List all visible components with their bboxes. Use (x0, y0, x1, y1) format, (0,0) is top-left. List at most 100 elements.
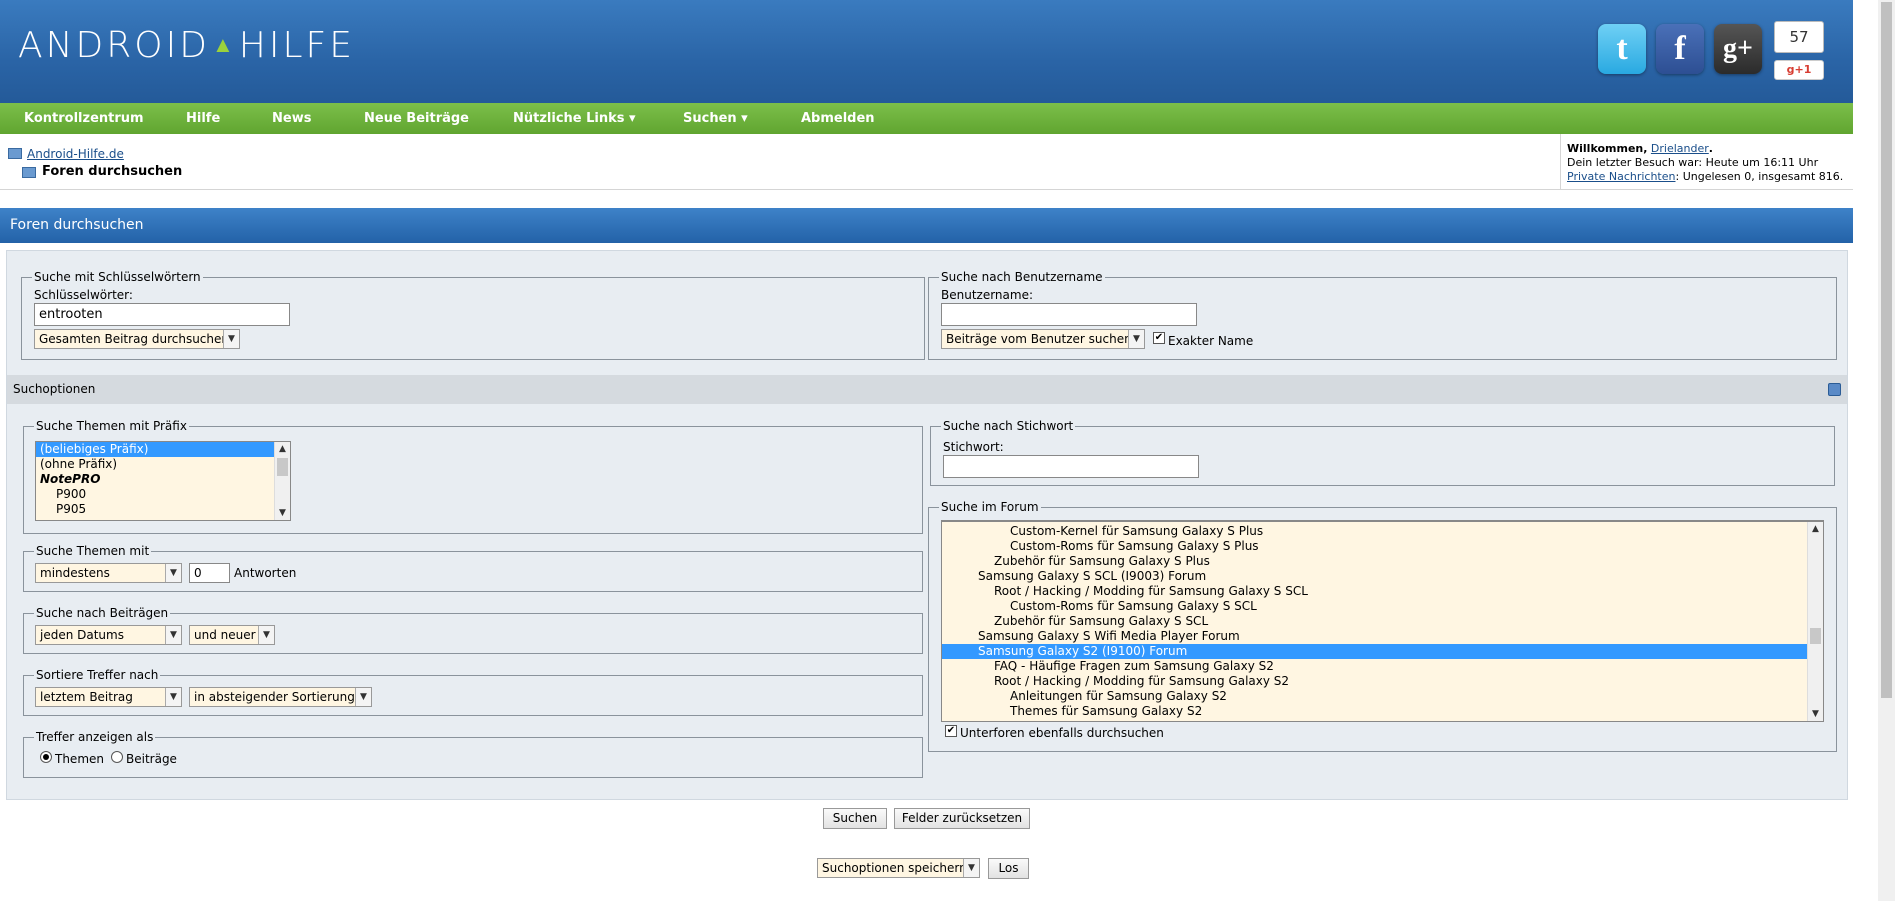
forum-option[interactable]: FAQ - Häufige Fragen zum Samsung Galaxy … (942, 659, 1823, 674)
prefix-option[interactable]: P900 (36, 487, 290, 502)
keyword-legend: Suche mit Schlüsselwörtern (34, 270, 201, 284)
forum-folder-icon (22, 167, 36, 178)
breadcrumb-home-link[interactable]: Android-Hilfe.de (27, 147, 124, 161)
posts-direction-select[interactable]: und neuer ▼ (189, 625, 275, 645)
prefix-scrollbar[interactable]: ▲ ▼ (274, 442, 290, 520)
posts-date-value: jeden Datums (40, 628, 124, 642)
prefix-listbox[interactable]: (beliebiges Präfix) (ohne Präfix) NotePR… (35, 441, 291, 521)
prefix-option[interactable]: (ohne Präfix) (36, 457, 290, 472)
private-messages-link[interactable]: Private Nachrichten (1567, 170, 1676, 183)
subforums-label: Unterforen ebenfalls durchsuchen (960, 726, 1164, 740)
reset-button[interactable]: Felder zurücksetzen (894, 808, 1030, 829)
posts-legend: Suche nach Beiträgen (36, 606, 169, 620)
replies-unit: Antworten (234, 566, 297, 580)
sort-by-value: letztem Beitrag (40, 690, 133, 704)
username-input[interactable] (941, 303, 1197, 326)
pm-status: : Ungelesen 0, insgesamt 816. (1675, 170, 1844, 183)
username-label: Benutzername: (941, 288, 1034, 302)
page-scrollbar[interactable] (1878, 0, 1895, 901)
replies-mode-select[interactable]: mindestens ▼ (35, 563, 182, 583)
replies-legend: Suche Themen mit (36, 544, 150, 558)
search-button[interactable]: Suchen (823, 808, 887, 829)
display-legend: Treffer anzeigen als (36, 730, 154, 744)
chevron-down-icon: ▼ (355, 688, 371, 706)
scroll-up-icon[interactable]: ▲ (1808, 522, 1823, 536)
google-plus-icon[interactable]: g+ (1714, 24, 1762, 74)
posts-date-select[interactable]: jeden Datums ▼ (35, 625, 182, 645)
twitter-icon[interactable]: t (1598, 24, 1646, 74)
scroll-thumb[interactable] (277, 458, 288, 476)
nav-item-news[interactable]: News (272, 103, 311, 134)
forum-option[interactable]: Custom-Roms für Samsung Galaxy S Plus (942, 539, 1823, 554)
forum-option[interactable]: Custom-Kernel für Samsung Galaxy S Plus (942, 524, 1823, 539)
site-header: ANDROID ▲ HILFE t f g+ 57 g+1 (0, 0, 1853, 103)
forum-option[interactable]: Custom-Roms für Samsung Galaxy S SCL (942, 599, 1823, 614)
nav-item-hilfe[interactable]: Hilfe (186, 103, 220, 134)
username-link[interactable]: Drielander (1651, 142, 1709, 155)
replies-count-input[interactable] (189, 563, 230, 583)
sort-order-value: in absteigender Sortierung (194, 690, 355, 704)
chevron-down-icon: ▼ (165, 564, 181, 582)
forum-option-selected[interactable]: Samsung Galaxy S2 (I9100) Forum (942, 644, 1807, 659)
subforums-checkbox[interactable]: ✔ (945, 725, 957, 737)
forum-scrollbar[interactable]: ▲ ▼ (1807, 522, 1823, 721)
nav-item-suchen[interactable]: Suchen ▾ (683, 103, 748, 134)
forum-option[interactable]: Zubehör für Samsung Galaxy S SCL (942, 614, 1823, 629)
username-mode-select[interactable]: Beiträge vom Benutzer suchen ▼ (941, 329, 1145, 349)
page-title: Foren durchsuchen (42, 164, 183, 179)
gplus-one-button[interactable]: g+1 (1774, 60, 1824, 80)
keyword-input[interactable] (34, 303, 290, 326)
tag-input[interactable] (943, 455, 1199, 478)
facebook-icon[interactable]: f (1656, 24, 1704, 74)
nav-item-neue-beitraege[interactable]: Neue Beiträge (364, 103, 469, 134)
save-options-select[interactable]: Suchoptionen speichern ▼ (817, 858, 980, 878)
logo-text-right: HILFE (238, 24, 355, 66)
chevron-down-icon: ▼ (258, 626, 274, 644)
keyword-label: Schlüsselwörter: (34, 288, 133, 302)
scroll-up-icon[interactable]: ▲ (275, 442, 290, 456)
go-button[interactable]: Los (988, 858, 1029, 879)
keyword-mode-value: Gesamten Beitrag durchsuchen (39, 332, 230, 346)
search-panel: Suche mit Schlüsselwörtern Schlüsselwört… (6, 250, 1848, 800)
prefix-option[interactable]: (beliebiges Präfix) (36, 442, 290, 457)
display-posts-label: Beiträge (126, 752, 177, 766)
chevron-down-icon: ▼ (1128, 330, 1144, 348)
scroll-down-icon[interactable]: ▼ (1808, 707, 1823, 721)
forum-option[interactable]: Samsung Galaxy S SCL (I9003) Forum (942, 569, 1823, 584)
forum-option[interactable]: Themes für Samsung Galaxy S2 (942, 704, 1823, 719)
android-robot-icon: ▲ (211, 33, 237, 58)
gplus-count: 57 (1774, 21, 1824, 53)
nav-item-nuetzliche-links[interactable]: Nützliche Links ▾ (513, 103, 636, 134)
save-options-value: Suchoptionen speichern (822, 861, 967, 875)
forum-option[interactable]: Samsung Galaxy S Wifi Media Player Forum (942, 629, 1823, 644)
logo-text-left: ANDROID (18, 24, 210, 66)
nav-item-abmelden[interactable]: Abmelden (801, 103, 875, 134)
twitter-glyph: t (1616, 30, 1628, 67)
exact-name-checkbox[interactable]: ✔ (1153, 332, 1165, 344)
chevron-down-icon: ▼ (223, 330, 239, 348)
scroll-thumb[interactable] (1810, 628, 1821, 644)
sort-order-select[interactable]: in absteigender Sortierung ▼ (189, 687, 372, 707)
prefix-option[interactable]: P905 (36, 502, 290, 517)
chevron-down-icon: ▼ (963, 859, 979, 877)
facebook-glyph: f (1674, 30, 1686, 67)
page-scroll-thumb[interactable] (1881, 2, 1892, 698)
forum-option[interactable]: Anleitungen für Samsung Galaxy S2 (942, 689, 1823, 704)
nav-item-kontrollzentrum[interactable]: Kontrollzentrum (24, 103, 144, 134)
prefix-legend: Suche Themen mit Präfix (36, 419, 187, 433)
help-icon[interactable] (1828, 383, 1841, 396)
options-bar: Suchoptionen (7, 375, 1847, 404)
display-posts-radio[interactable] (111, 751, 123, 763)
forum-listbox[interactable]: Custom-Kernel für Samsung Galaxy S Plus … (941, 520, 1824, 722)
keyword-mode-select[interactable]: Gesamten Beitrag durchsuchen ▼ (34, 329, 240, 349)
scroll-down-icon[interactable]: ▼ (275, 506, 290, 520)
forum-option[interactable]: Root / Hacking / Modding für Samsung Gal… (942, 674, 1823, 689)
site-logo[interactable]: ANDROID ▲ HILFE (18, 20, 355, 70)
forum-option[interactable]: Root / Hacking / Modding für Samsung Gal… (942, 584, 1823, 599)
sort-by-select[interactable]: letztem Beitrag ▼ (35, 687, 182, 707)
welcome-box: Willkommen, Drielander. Dein letzter Bes… (1560, 134, 1853, 190)
forum-option[interactable]: Zubehör für Samsung Galaxy S Plus (942, 554, 1823, 569)
main-nav: Kontrollzentrum Hilfe News Neue Beiträge… (0, 103, 1853, 134)
display-threads-radio[interactable] (40, 751, 52, 763)
posts-direction-value: und neuer (194, 628, 256, 642)
